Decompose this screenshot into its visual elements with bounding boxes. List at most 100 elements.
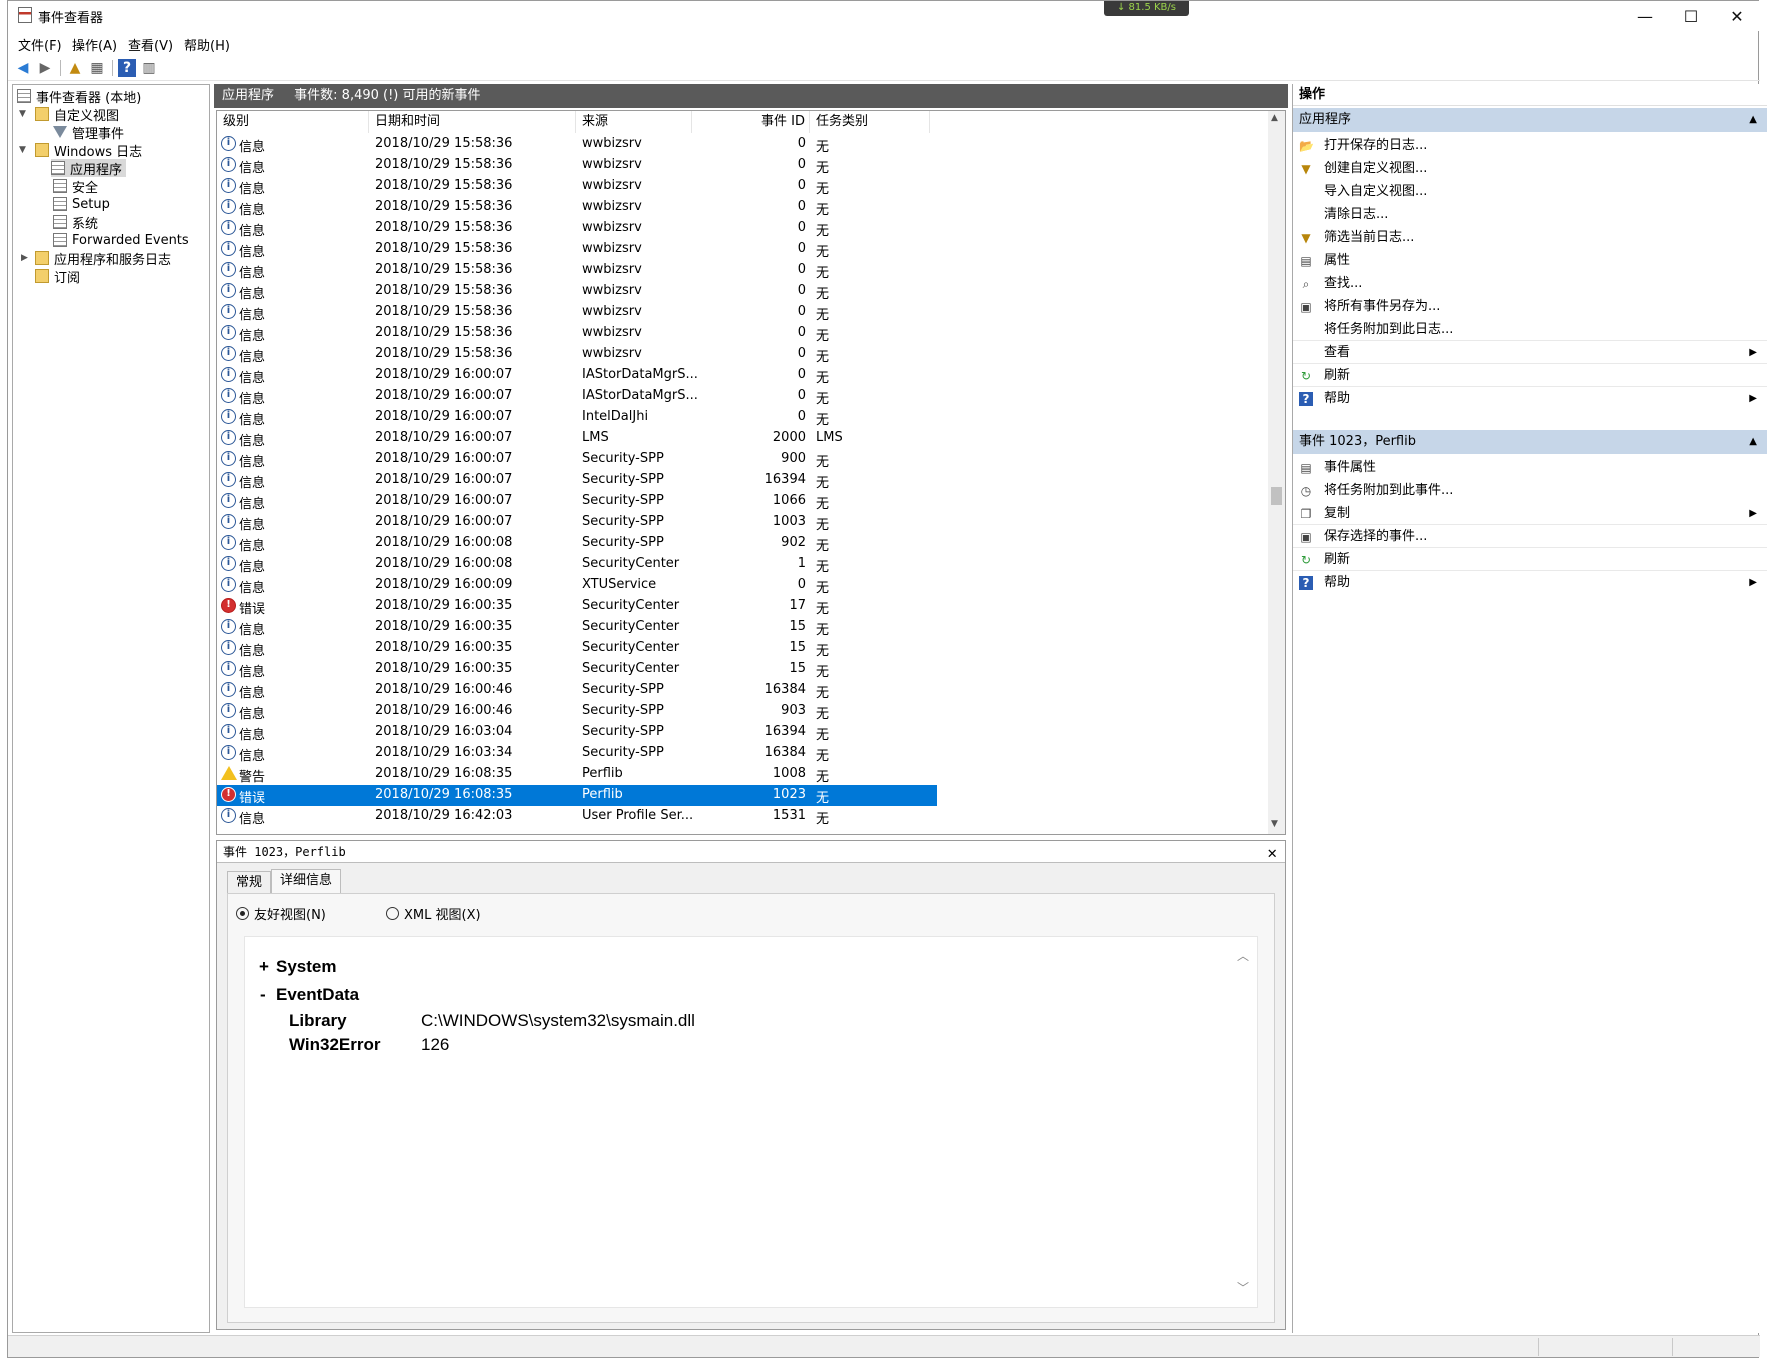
tree-system[interactable]: 系统 [53, 213, 98, 232]
scroll-up-icon[interactable]: ︿ [1237, 947, 1249, 964]
table-row[interactable]: i 信息 2018/10/29 16:42:03 User Profile Ser..… [217, 806, 937, 827]
action-item[interactable]: 查看 ▶ [1293, 341, 1767, 364]
column-event-id[interactable]: 事件 ID [692, 111, 810, 133]
scroll-thumb[interactable] [1271, 487, 1282, 505]
forward-arrow-icon[interactable]: ▶ [36, 59, 54, 77]
table-row[interactable]: i 信息 2018/10/29 16:00:07 Security-SPP 16394 无 [217, 470, 937, 491]
tree-security[interactable]: 安全 [53, 177, 98, 196]
table-row[interactable]: i 信息 2018/10/29 15:58:36 wwbizsrv 0 无 [217, 134, 937, 155]
action-item[interactable]: 📂 打开保存的日志... [1293, 134, 1767, 157]
show-hide-tree-icon[interactable]: ▦ [88, 59, 106, 77]
table-row[interactable]: i 信息 2018/10/29 16:03:04 Security-SPP 16394 无 [217, 722, 937, 743]
action-item[interactable]: ▼ 筛选当前日志... [1293, 226, 1767, 249]
chevron-down-icon[interactable]: ▼ [19, 145, 26, 155]
table-row[interactable]: i 信息 2018/10/29 15:58:36 wwbizsrv 0 无 [217, 344, 937, 365]
column-task-category[interactable]: 任务类别 [810, 111, 930, 133]
action-item[interactable]: ▼ 创建自定义视图... [1293, 157, 1767, 180]
table-row[interactable]: i 信息 2018/10/29 16:00:07 LMS 2000 LMS [217, 428, 937, 449]
table-row[interactable]: i 信息 2018/10/29 15:58:36 wwbizsrv 0 无 [217, 218, 937, 239]
table-row[interactable]: i 信息 2018/10/29 16:00:07 IAStorDataMgrS... 0… [217, 365, 937, 386]
action-item[interactable]: ? 帮助 ▶ [1293, 387, 1767, 410]
action-item[interactable]: ↻ 刷新 [1293, 364, 1767, 387]
help-icon[interactable]: ? [118, 59, 136, 77]
table-row[interactable]: i 信息 2018/10/29 16:00:07 IntelDalJhi 0 无 [217, 407, 937, 428]
tree-forwarded-events[interactable]: Forwarded Events [53, 231, 189, 249]
action-item[interactable]: ▤ 属性 [1293, 249, 1767, 272]
close-button[interactable]: ✕ [1714, 1, 1760, 31]
action-item[interactable]: ? 帮助 ▶ [1293, 571, 1767, 594]
scroll-down-icon[interactable]: ﹀ [1237, 1279, 1249, 1296]
action-item[interactable]: ◷ 将任务附加到此事件... [1293, 479, 1767, 502]
table-row[interactable]: i 信息 2018/10/29 16:00:46 Security-SPP 16384 无 [217, 680, 937, 701]
menu-action[interactable]: 操作(A) [72, 35, 117, 54]
table-row[interactable]: i 信息 2018/10/29 16:00:09 XTUService 0 无 [217, 575, 937, 596]
action-item[interactable]: ↻ 刷新 [1293, 548, 1767, 571]
table-row[interactable]: i 信息 2018/10/29 16:00:08 SecurityCenter 1 无 [217, 554, 937, 575]
tree-windows-logs[interactable]: Windows 日志 [35, 141, 142, 160]
tab-details[interactable]: 详细信息 [271, 869, 342, 894]
table-row[interactable]: i 信息 2018/10/29 15:58:36 wwbizsrv 0 无 [217, 239, 937, 260]
action-item[interactable]: 将任务附加到此日志... [1293, 318, 1767, 341]
back-arrow-icon[interactable]: ◀ [14, 59, 32, 77]
column-source[interactable]: 来源 [576, 111, 692, 133]
table-row[interactable]: ! 错误 2018/10/29 16:08:35 Perflib 1023 无 [217, 785, 937, 806]
collapse-eventdata-toggle[interactable]: - [260, 985, 266, 1005]
action-item[interactable]: 导入自定义视图... [1293, 180, 1767, 203]
vertical-scrollbar[interactable]: ▲ ▼ [1268, 111, 1285, 834]
collapse-up-icon[interactable]: ▲ [1749, 108, 1757, 132]
table-row[interactable]: i 信息 2018/10/29 16:00:35 SecurityCenter 15 无 [217, 617, 937, 638]
actions-section-application[interactable]: 应用程序 ▲ [1293, 108, 1767, 132]
action-item[interactable]: ❐ 复制 ▶ [1293, 502, 1767, 525]
tree-setup[interactable]: Setup [53, 195, 110, 213]
up-folder-icon[interactable]: ▲ [66, 59, 84, 77]
chevron-down-icon[interactable]: ▼ [19, 109, 26, 119]
menu-help[interactable]: 帮助(H) [184, 35, 230, 54]
action-item[interactable]: ▤ 事件属性 [1293, 456, 1767, 479]
expand-system-toggle[interactable]: + [259, 957, 269, 977]
menu-view[interactable]: 查看(V) [128, 35, 173, 54]
system-node[interactable]: System [276, 957, 336, 977]
actions-section-event[interactable]: 事件 1023，Perflib ▲ [1293, 430, 1767, 454]
table-row[interactable]: i 信息 2018/10/29 16:00:46 Security-SPP 903 无 [217, 701, 937, 722]
scroll-down-icon[interactable]: ▼ [1271, 819, 1278, 829]
scroll-up-icon[interactable]: ▲ [1271, 113, 1278, 123]
eventdata-node[interactable]: EventData [276, 985, 359, 1005]
minimize-button[interactable]: — [1622, 1, 1668, 31]
maximize-button[interactable]: ☐ [1668, 1, 1714, 31]
table-row[interactable]: i 信息 2018/10/29 16:00:07 Security-SPP 1003 无 [217, 512, 937, 533]
tree-app-service-logs[interactable]: 应用程序和服务日志 [35, 249, 171, 268]
close-detail-icon[interactable]: ✕ [1267, 842, 1277, 864]
table-row[interactable]: i 信息 2018/10/29 16:00:08 Security-SPP 902 无 [217, 533, 937, 554]
show-action-pane-icon[interactable]: ▥ [140, 59, 158, 77]
action-item[interactable]: ▣ 将所有事件另存为... [1293, 295, 1767, 318]
collapse-up-icon[interactable]: ▲ [1749, 430, 1757, 454]
tree-subscriptions[interactable]: 订阅 [35, 267, 80, 286]
tree-root[interactable]: 事件查看器 (本地) [17, 87, 141, 106]
table-row[interactable]: i 信息 2018/10/29 15:58:36 wwbizsrv 0 无 [217, 323, 937, 344]
table-row[interactable]: i 信息 2018/10/29 15:58:36 wwbizsrv 0 无 [217, 260, 937, 281]
action-item[interactable]: ▣ 保存选择的事件... [1293, 525, 1767, 548]
table-row[interactable]: i 信息 2018/10/29 16:00:07 Security-SPP 900 无 [217, 449, 937, 470]
table-row[interactable]: i 信息 2018/10/29 16:00:07 Security-SPP 1066 无 [217, 491, 937, 512]
table-row[interactable]: i 信息 2018/10/29 16:00:35 SecurityCenter 15 无 [217, 659, 937, 680]
action-item[interactable]: ⌕ 查找... [1293, 272, 1767, 295]
table-row[interactable]: ! 错误 2018/10/29 16:00:35 SecurityCenter 17 无 [217, 596, 937, 617]
table-row[interactable]: i 信息 2018/10/29 15:58:36 wwbizsrv 0 无 [217, 281, 937, 302]
column-datetime[interactable]: 日期和时间 [369, 111, 576, 133]
xml-view-radio[interactable]: XML 视图(X) [386, 904, 481, 923]
tree-custom-views[interactable]: 自定义视图 [35, 105, 119, 124]
table-row[interactable]: 警告 2018/10/29 16:08:35 Perflib 1008 无 [217, 764, 937, 785]
action-item[interactable]: 清除日志... [1293, 203, 1767, 226]
tree-application[interactable]: 应用程序 [51, 159, 127, 178]
table-row[interactable]: i 信息 2018/10/29 16:00:07 IAStorDataMgrS... 0… [217, 386, 937, 407]
table-row[interactable]: i 信息 2018/10/29 15:58:36 wwbizsrv 0 无 [217, 155, 937, 176]
table-row[interactable]: i 信息 2018/10/29 15:58:36 wwbizsrv 0 无 [217, 197, 937, 218]
column-level[interactable]: 级别 [217, 111, 369, 133]
table-row[interactable]: i 信息 2018/10/29 15:58:36 wwbizsrv 0 无 [217, 302, 937, 323]
menu-file[interactable]: 文件(F) [18, 35, 62, 54]
table-row[interactable]: i 信息 2018/10/29 15:58:36 wwbizsrv 0 无 [217, 176, 937, 197]
table-row[interactable]: i 信息 2018/10/29 16:00:35 SecurityCenter 15 无 [217, 638, 937, 659]
tree-admin-events[interactable]: 管理事件 [53, 123, 124, 142]
friendly-view-radio[interactable]: 友好视图(N) [236, 904, 326, 923]
chevron-right-icon[interactable]: ▶ [21, 253, 28, 263]
